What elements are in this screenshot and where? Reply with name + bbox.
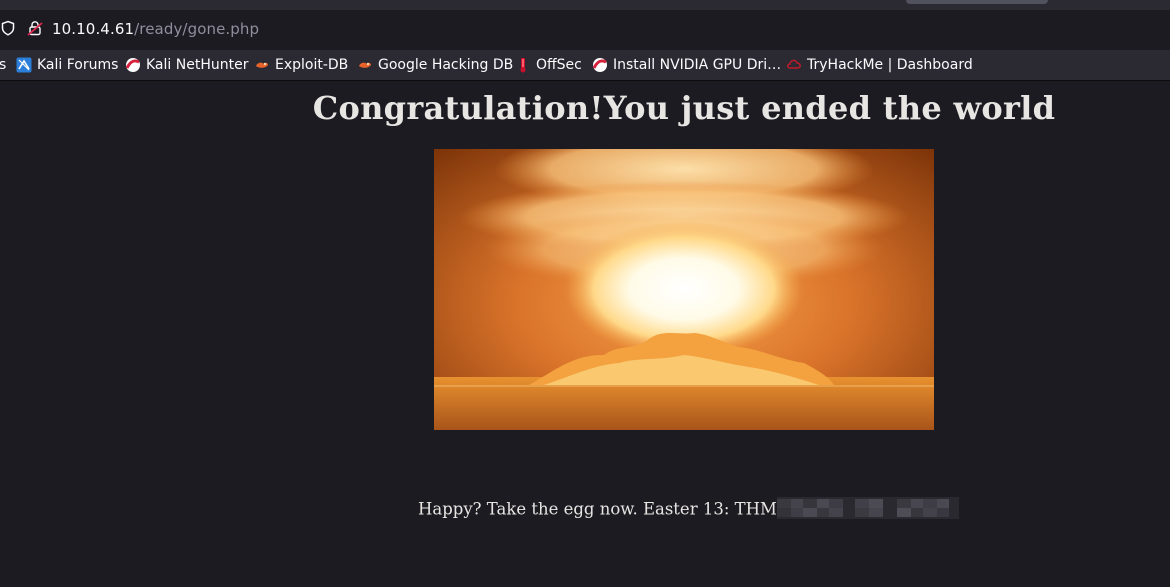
exploit-db-icon — [256, 62, 268, 68]
url-path: /ready/gone.php — [134, 20, 260, 38]
offsec-icon — [592, 58, 607, 72]
bookmark-label: Exploit-DB — [275, 57, 349, 73]
exploit-db-icon — [359, 62, 371, 68]
window-top-strip — [0, 0, 1170, 10]
bookmark-label: Google Hacking DB — [378, 57, 514, 73]
bookmark-offsec[interactable]: OffSec — [515, 56, 582, 74]
bookmark-google-hacking-db[interactable]: Google Hacking DB — [357, 56, 513, 74]
bookmark-kali-forums[interactable]: Kali Forums — [16, 56, 118, 74]
page-content: Congratulation!You just ended the world — [0, 81, 1170, 587]
insecure-lock-icon[interactable] — [27, 20, 43, 36]
kali-forums-icon — [16, 57, 32, 73]
url-host: 10.10.4.61 — [52, 20, 135, 38]
easter-egg-message: Happy? Take the egg now. Easter 13: THM — [418, 497, 959, 521]
tryhackme-icon — [787, 59, 801, 69]
message-text: Happy? Take the egg now. Easter 13: THM — [418, 499, 777, 519]
bookmark-label: Kali NetHunter — [146, 57, 249, 73]
tab-strip-edge[interactable] — [906, 0, 1048, 4]
bookmark-label: Install NVIDIA GPU Dri… — [613, 57, 782, 73]
bookmark-exploit-db[interactable]: Exploit-DB — [254, 56, 348, 74]
bookmark-label: TryHackMe | Dashboard — [807, 57, 973, 73]
bookmark-label: OffSec — [536, 57, 582, 73]
shield-icon[interactable] — [0, 20, 16, 36]
address-bar: 10.10.4.61/ready/gone.php — [0, 10, 1170, 50]
bookmark-kali-nethunter[interactable]: Kali NetHunter — [125, 56, 248, 74]
redacted-flag-image — [776, 497, 959, 519]
nuclear-explosion-image — [434, 149, 934, 430]
bookmark-item[interactable]: s — [0, 56, 6, 74]
page-headline: Congratulation!You just ended the world — [312, 89, 1056, 127]
url-text[interactable]: 10.10.4.61/ready/gone.php — [52, 20, 259, 38]
bookmarks-toolbar: s Kali Forums Kali NetHunter Exploit-DB … — [0, 50, 1170, 81]
offsec-flag-icon — [520, 58, 526, 73]
offsec-icon — [125, 58, 140, 72]
bookmark-label: s — [0, 57, 7, 73]
bookmark-label: Kali Forums — [37, 57, 119, 73]
bookmark-install-nvidia[interactable]: Install NVIDIA GPU Dri… — [592, 56, 781, 74]
bookmark-tryhackme[interactable]: TryHackMe | Dashboard — [786, 56, 973, 74]
